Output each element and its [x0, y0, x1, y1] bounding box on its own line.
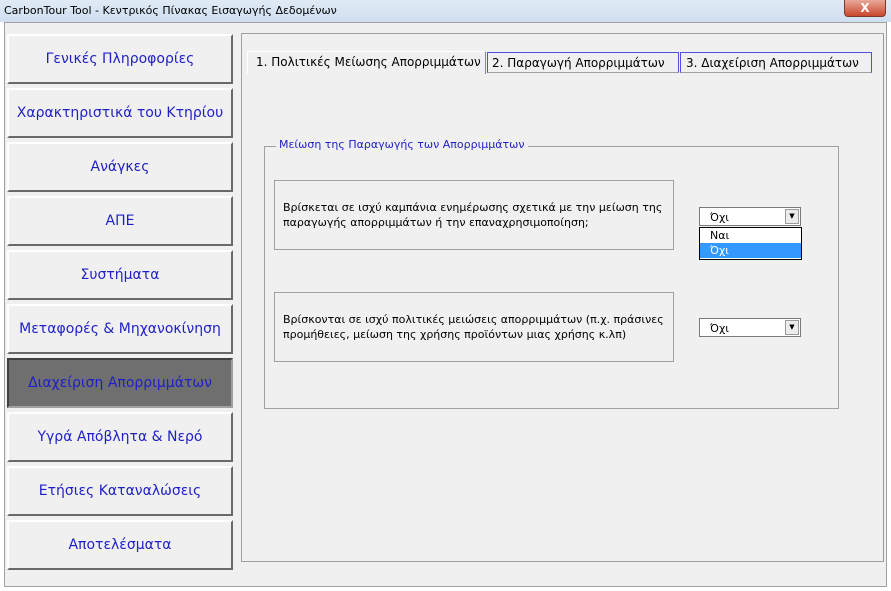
nav-button-renewables[interactable]: ΑΠΕ: [7, 196, 233, 246]
option-yes[interactable]: Ναι: [700, 228, 801, 243]
tab-waste-production[interactable]: 2. Παραγωγή Απορριμμάτων: [487, 52, 679, 73]
selected-value: Όχι: [710, 322, 730, 335]
tab-waste-handling[interactable]: 3. Διαχείριση Απορριμμάτων: [680, 52, 872, 73]
nav-button-annual-consumption[interactable]: Ετήσιες Καταναλώσεις: [7, 466, 233, 516]
waste-policies-select[interactable]: Όχι ▼: [699, 318, 801, 337]
nav-button-systems[interactable]: Συστήματα: [7, 250, 233, 300]
nav-button-wastewater-water[interactable]: Υγρά Απόβλητα & Νερό: [7, 412, 233, 462]
tab-waste-reduction-policies[interactable]: 1. Πολιτικές Μείωσης Απορριμμάτων: [247, 51, 486, 74]
awareness-campaign-select[interactable]: Όχι ▼: [699, 207, 801, 226]
question-awareness-campaign: Βρίσκεται σε ισχύ καμπάνια ενημέρωσης σχ…: [274, 180, 674, 250]
question-waste-policies: Βρίσκονται σε ισχύ πολιτικές μειώσεις απ…: [274, 292, 674, 362]
awareness-campaign-dropdown-list: Ναι Όχι: [699, 227, 802, 260]
title-bar: CarbonTour Tool - Κεντρικός Πίνακας Εισα…: [0, 0, 891, 22]
nav-button-needs[interactable]: Ανάγκες: [7, 142, 233, 192]
window-title: CarbonTour Tool - Κεντρικός Πίνακας Εισα…: [4, 4, 337, 17]
nav-button-transport[interactable]: Μεταφορές & Μηχανοκίνηση: [7, 304, 233, 354]
chevron-down-icon[interactable]: ▼: [785, 320, 799, 335]
question-text: Βρίσκονται σε ισχύ πολιτικές μειώσεις απ…: [283, 313, 664, 341]
nav-button-waste-management[interactable]: Διαχείριση Απορριμμάτων: [7, 358, 233, 408]
nav-button-general-info[interactable]: Γενικές Πληροφορίες: [7, 34, 233, 84]
option-no[interactable]: Όχι: [700, 243, 801, 258]
nav-button-building-characteristics[interactable]: Χαρακτηριστικά του Κτηρίου: [7, 88, 233, 138]
section-title: Μείωση της Παραγωγής των Απορριμμάτων: [276, 138, 528, 151]
chevron-down-icon[interactable]: ▼: [785, 209, 799, 224]
nav-button-results[interactable]: Αποτελέσματα: [7, 520, 233, 570]
close-button[interactable]: X: [844, 0, 886, 17]
selected-value: Όχι: [710, 211, 730, 224]
question-text: Βρίσκεται σε ισχύ καμπάνια ενημέρωσης σχ…: [283, 201, 663, 229]
